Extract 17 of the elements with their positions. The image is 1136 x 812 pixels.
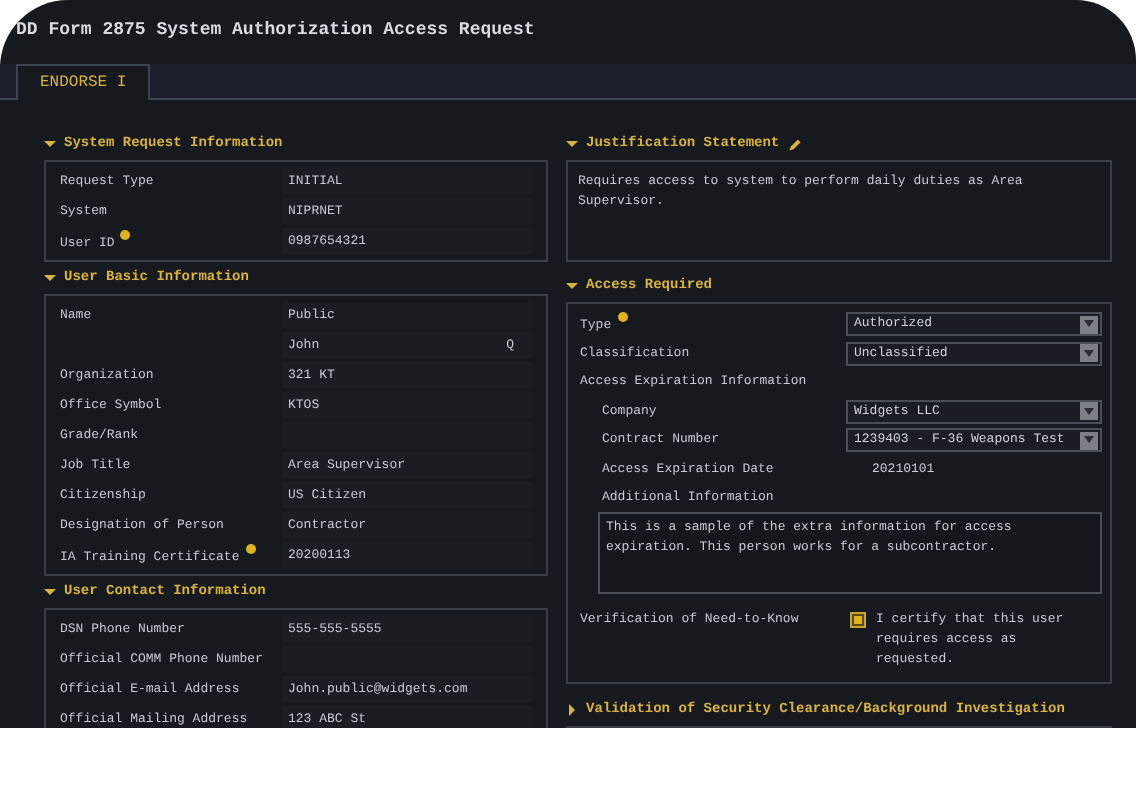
caret-right-icon[interactable] bbox=[566, 704, 578, 716]
caret-down-icon[interactable] bbox=[566, 138, 578, 150]
caret-down-icon[interactable] bbox=[566, 280, 578, 292]
info-icon[interactable] bbox=[120, 229, 131, 240]
caret-down-icon[interactable] bbox=[44, 272, 56, 284]
dropdown-caret-icon[interactable] bbox=[1080, 315, 1098, 334]
info-icon[interactable] bbox=[617, 312, 628, 323]
info-icon[interactable] bbox=[245, 543, 256, 554]
window-title: DD Form 2875 System Authorization Access Request bbox=[16, 18, 535, 45]
checkbox[interactable] bbox=[850, 612, 866, 628]
pencil-icon[interactable] bbox=[787, 137, 802, 151]
dropdown-caret-icon[interactable] bbox=[1080, 431, 1098, 450]
dropdown-caret-icon[interactable] bbox=[1080, 402, 1098, 421]
caret-down-icon[interactable] bbox=[44, 138, 56, 150]
caret-down-icon[interactable] bbox=[44, 586, 56, 598]
dropdown-caret-icon[interactable] bbox=[1080, 344, 1098, 363]
tab[interactable]: ENDORSE I bbox=[16, 64, 151, 100]
